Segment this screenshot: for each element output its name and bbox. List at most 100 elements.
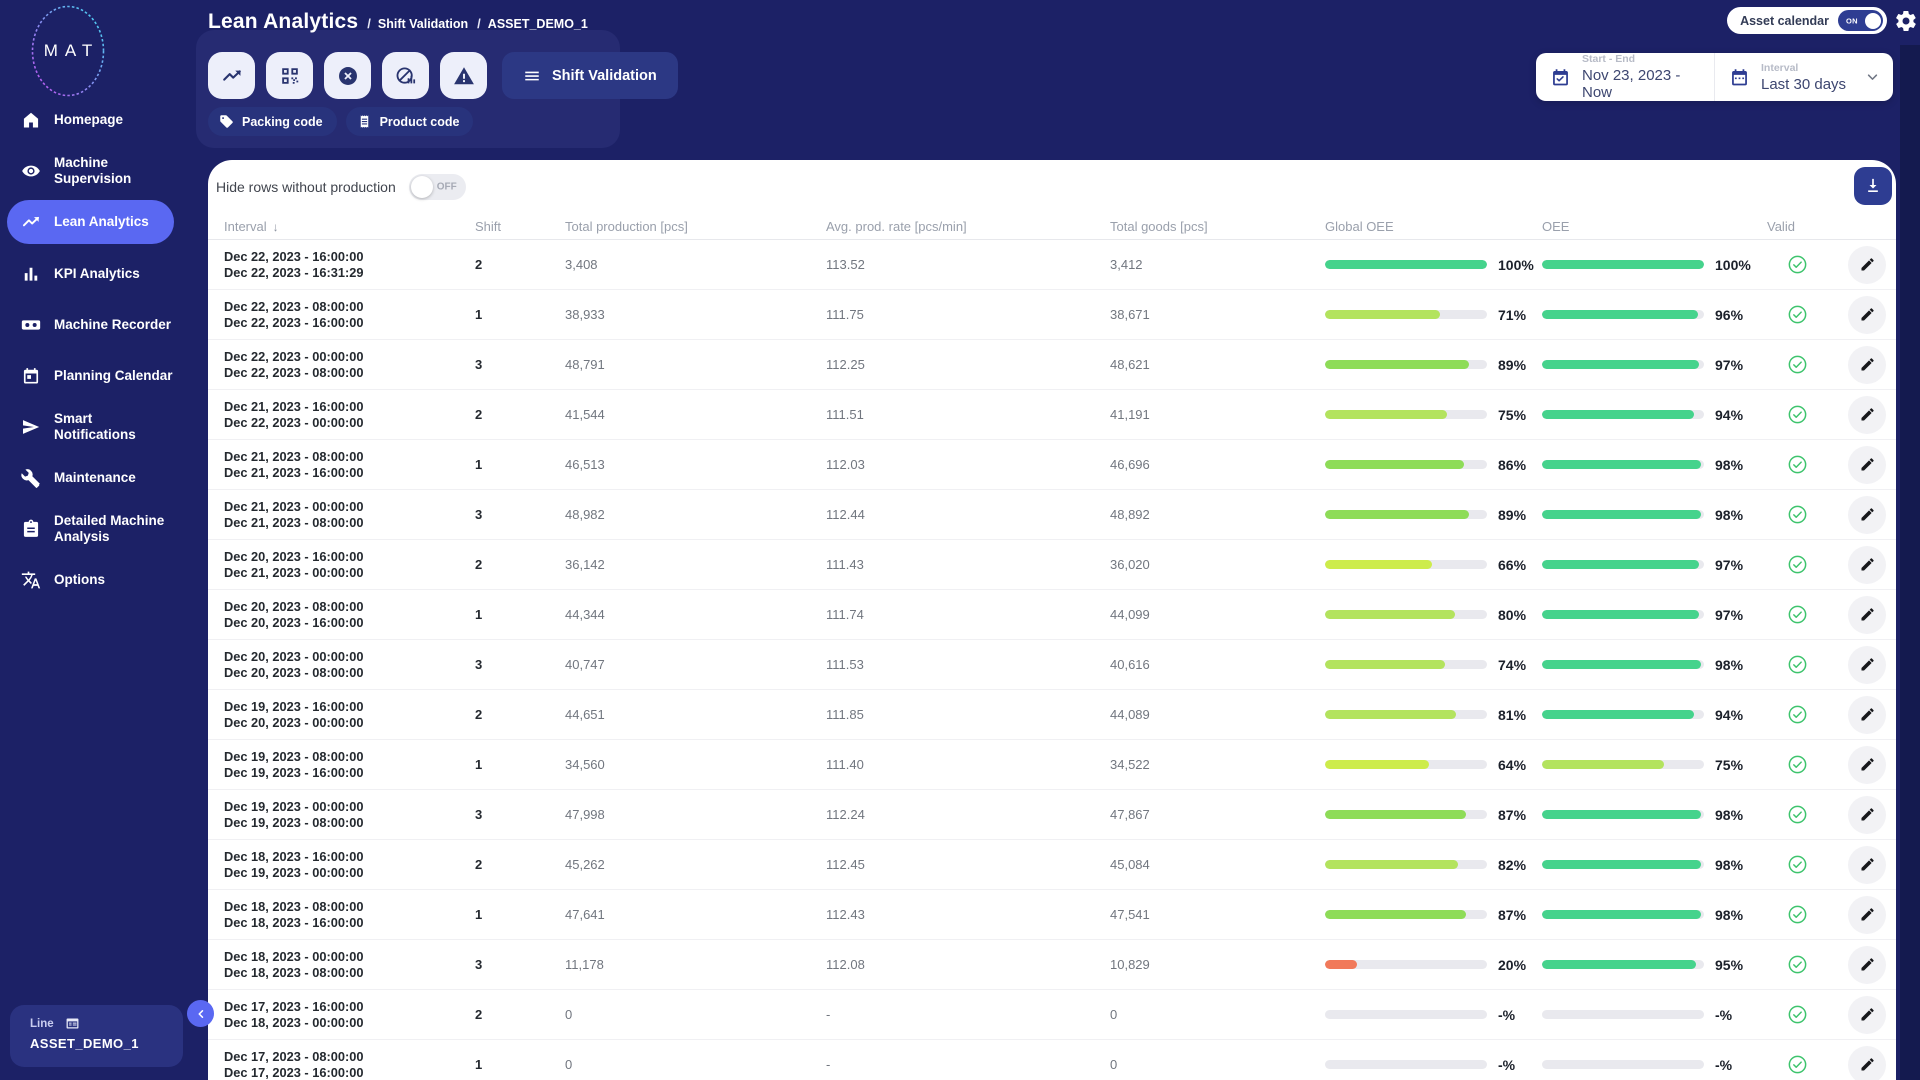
total-production-cell: 41,544 xyxy=(565,407,605,422)
avg-prod-rate-cell: 112.45 xyxy=(826,857,865,872)
logo-text: MAT xyxy=(43,41,100,60)
shift-cell: 2 xyxy=(475,257,483,272)
sidebar-collapse-button[interactable] xyxy=(187,1000,214,1027)
oee-bar xyxy=(1542,710,1704,719)
edit-row-button[interactable] xyxy=(1848,1045,1886,1080)
edit-row-button[interactable] xyxy=(1848,495,1886,534)
edit-row-button[interactable] xyxy=(1848,645,1886,684)
edit-row-button[interactable] xyxy=(1848,395,1886,434)
edit-row-button[interactable] xyxy=(1848,445,1886,484)
shift-cell: 2 xyxy=(475,707,483,722)
list-icon xyxy=(66,1018,79,1029)
global-oee-cell: 74% xyxy=(1325,657,1542,673)
breadcrumb-item-asset-demo-1[interactable]: ASSET_DEMO_1 xyxy=(488,17,588,31)
pencil-icon xyxy=(1860,908,1874,921)
shift-cell: 3 xyxy=(475,507,483,522)
warning-triangle-button[interactable] xyxy=(440,52,487,99)
interval-end: Dec 20, 2023 - 00:00:00 xyxy=(224,714,364,730)
asset-panel[interactable]: Line ASSET_DEMO_1 xyxy=(10,1005,183,1067)
global-oee-percent: 87% xyxy=(1498,906,1527,923)
sidebar-item-options[interactable]: Options xyxy=(0,554,181,605)
edit-row-button[interactable] xyxy=(1848,295,1886,334)
scrollbar-track[interactable] xyxy=(1900,45,1920,1080)
check-circle-icon xyxy=(1788,755,1806,774)
valid-cell xyxy=(1767,1004,1827,1025)
edit-row-button[interactable] xyxy=(1848,695,1886,734)
global-oee-percent: 20% xyxy=(1498,956,1527,973)
total-goods-cell: 0 xyxy=(1110,1007,1118,1022)
total-production-cell: 48,982 xyxy=(565,507,605,522)
edit-row-button[interactable] xyxy=(1848,845,1886,884)
global-oee-cell: 75% xyxy=(1325,407,1542,423)
avg-prod-rate-cell: 111.51 xyxy=(826,407,864,422)
cancel-circle-button[interactable] xyxy=(324,52,371,99)
edit-row-button[interactable] xyxy=(1848,995,1886,1034)
interval-field[interactable]: Interval Last 30 days xyxy=(1714,53,1893,101)
date-range-picker: Start - End Nov 23, 2023 - Now Interval … xyxy=(1536,53,1893,101)
edit-row-button[interactable] xyxy=(1848,245,1886,284)
oee-cell: -% xyxy=(1542,1007,1767,1023)
edit-row-button[interactable] xyxy=(1848,745,1886,784)
view-toolbar: Shift Validation xyxy=(208,52,678,99)
edit-row-button[interactable] xyxy=(1848,895,1886,934)
trend-chart-button[interactable] xyxy=(208,52,255,99)
start-end-label: Start - End xyxy=(1582,53,1636,65)
global-oee-percent: 86% xyxy=(1498,456,1527,473)
pencil-icon xyxy=(1860,858,1874,871)
total-production-cell: 44,344 xyxy=(565,607,605,622)
app-logo: MAT xyxy=(31,5,105,97)
interval-end: Dec 21, 2023 - 00:00:00 xyxy=(224,564,364,580)
download-button[interactable] xyxy=(1854,167,1892,205)
cancel-circle-icon xyxy=(338,66,357,85)
actions-cell xyxy=(1827,445,1886,484)
interval-end: Dec 18, 2023 - 08:00:00 xyxy=(224,964,364,980)
interval-end: Dec 21, 2023 - 16:00:00 xyxy=(224,464,364,480)
global-oee-cell: 20% xyxy=(1325,957,1542,973)
oee-bar xyxy=(1542,510,1704,519)
global-oee-bar xyxy=(1325,810,1487,819)
oee-percent: 95% xyxy=(1715,956,1744,973)
qr-code-button[interactable] xyxy=(266,52,313,99)
no-chart-button[interactable] xyxy=(382,52,429,99)
sidebar-item-kpi-analytics[interactable]: KPI Analytics xyxy=(0,248,181,299)
interval-end: Dec 18, 2023 - 00:00:00 xyxy=(224,1014,364,1030)
settings-gear-button[interactable] xyxy=(1894,9,1918,33)
interval-start: Dec 21, 2023 - 00:00:00 xyxy=(224,498,364,514)
sidebar-item-lean-analytics[interactable]: Lean Analytics xyxy=(7,200,174,244)
shift-validation-view-button[interactable]: Shift Validation xyxy=(502,52,678,99)
sidebar-item-machine-recorder[interactable]: Machine Recorder xyxy=(0,299,181,350)
chip-product-code[interactable]: Product code xyxy=(345,107,474,136)
edit-row-button[interactable] xyxy=(1848,345,1886,384)
calendar-interval-icon xyxy=(1732,68,1747,85)
tag-icon xyxy=(220,115,233,128)
check-circle-icon xyxy=(1788,405,1806,424)
edit-row-button[interactable] xyxy=(1848,945,1886,984)
global-oee-cell: 82% xyxy=(1325,857,1542,873)
sidebar-item-homepage[interactable]: Homepage xyxy=(0,94,181,145)
check-circle-icon xyxy=(1788,505,1806,524)
oee-cell: 75% xyxy=(1542,757,1767,773)
column-header-interval[interactable]: Interval ↓ xyxy=(224,219,475,234)
asset-calendar-toggle[interactable]: ON xyxy=(1838,10,1883,31)
sidebar-item-maintenance[interactable]: Maintenance xyxy=(0,452,181,503)
column-header-label: Total production [pcs] xyxy=(565,219,688,234)
recorder-icon xyxy=(21,319,41,330)
start-end-field[interactable]: Start - End Nov 23, 2023 - Now xyxy=(1536,53,1714,101)
edit-row-button[interactable] xyxy=(1848,795,1886,834)
sidebar-item-machine-supervision[interactable]: Machine Supervision xyxy=(0,145,181,196)
sidebar-item-smart-notifications[interactable]: Smart Notifications xyxy=(0,401,181,452)
sidebar-item-detailed-machine-analysis[interactable]: Detailed Machine Analysis xyxy=(0,503,181,554)
interval-cell: Dec 18, 2023 - 16:00:00 Dec 19, 2023 - 00… xyxy=(224,849,475,881)
valid-cell xyxy=(1767,654,1827,675)
valid-cell xyxy=(1767,704,1827,725)
breadcrumb-item-shift-validation[interactable]: Shift Validation xyxy=(378,17,468,31)
oee-percent: 75% xyxy=(1715,756,1744,773)
oee-percent: -% xyxy=(1715,1006,1733,1023)
edit-row-button[interactable] xyxy=(1848,545,1886,584)
chip-packing-code[interactable]: Packing code xyxy=(208,107,337,136)
sidebar-item-planning-calendar[interactable]: Planning Calendar xyxy=(0,350,181,401)
edit-row-button[interactable] xyxy=(1848,595,1886,634)
hide-rows-toggle[interactable]: OFF xyxy=(408,174,466,200)
shift-cell: 1 xyxy=(475,757,483,772)
global-oee-percent: 100% xyxy=(1498,256,1534,273)
